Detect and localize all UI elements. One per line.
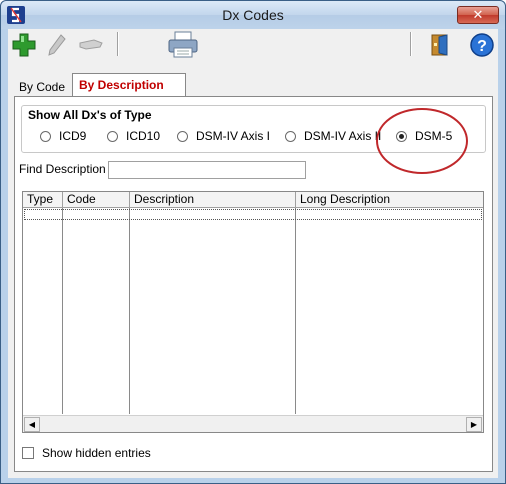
checkbox-icon bbox=[22, 447, 34, 459]
print-icon bbox=[168, 31, 198, 58]
toolbar: ? bbox=[8, 29, 498, 62]
column-divider bbox=[295, 208, 296, 414]
dx-type-group-title: Show All Dx's of Type bbox=[28, 108, 152, 122]
column-header-type[interactable]: Type bbox=[23, 192, 63, 208]
column-header-code[interactable]: Code bbox=[63, 192, 130, 208]
dx-codes-window: Dx Codes ✕ ? By Code By Description Show… bbox=[0, 0, 506, 484]
table-row[interactable] bbox=[24, 209, 482, 220]
help-button[interactable]: ? bbox=[468, 31, 496, 59]
show-hidden-entries-label: Show hidden entries bbox=[42, 446, 151, 460]
horizontal-scrollbar[interactable]: ◀ ▶ bbox=[23, 415, 483, 432]
edit-button[interactable] bbox=[43, 31, 71, 59]
dx-codes-grid[interactable]: Type Code Description Long Description ◀… bbox=[22, 191, 484, 433]
column-header-description[interactable]: Description bbox=[130, 192, 296, 208]
tab-by-description[interactable]: By Description bbox=[72, 73, 186, 97]
radio-icon bbox=[177, 130, 188, 142]
help-icon: ? bbox=[470, 33, 494, 57]
radio-label: ICD9 bbox=[59, 129, 87, 143]
print-button[interactable] bbox=[166, 30, 200, 60]
dx-type-group: Show All Dx's of Type ICD9 ICD10 DSM-IV … bbox=[21, 105, 486, 174]
add-icon bbox=[12, 33, 36, 57]
window-client-area: ? By Code By Description Show All Dx's o… bbox=[8, 29, 498, 478]
exit-button[interactable] bbox=[426, 31, 454, 59]
toolbar-separator bbox=[117, 32, 119, 56]
tab-panel: Show All Dx's of Type ICD9 ICD10 DSM-IV … bbox=[14, 96, 493, 472]
highlight-ring bbox=[376, 108, 468, 174]
exit-icon bbox=[431, 34, 448, 56]
window-title: Dx Codes bbox=[222, 7, 284, 23]
find-description-label: Find Description bbox=[19, 162, 106, 176]
scroll-left-icon[interactable]: ◀ bbox=[24, 417, 40, 432]
toolbar-separator bbox=[410, 32, 412, 56]
column-divider bbox=[129, 208, 130, 414]
radio-label: ICD10 bbox=[126, 129, 161, 143]
edit-icon bbox=[48, 34, 66, 56]
delete-button[interactable] bbox=[76, 31, 104, 59]
radio-dsm-iv-axis-ii[interactable]: DSM-IV Axis II bbox=[285, 128, 381, 144]
radio-icon bbox=[107, 130, 118, 142]
svg-text:?: ? bbox=[477, 38, 487, 55]
find-description-input[interactable] bbox=[108, 161, 306, 179]
column-header-long-description[interactable]: Long Description bbox=[296, 192, 483, 208]
title-bar[interactable]: Dx Codes ✕ bbox=[1, 1, 505, 29]
show-hidden-entries-checkbox[interactable]: Show hidden entries bbox=[22, 446, 151, 460]
radio-icon bbox=[285, 130, 296, 142]
column-divider bbox=[62, 208, 63, 414]
delete-icon bbox=[79, 39, 103, 50]
radio-dsm-iv-axis-i[interactable]: DSM-IV Axis I bbox=[177, 128, 270, 144]
tab-by-code[interactable]: By Code bbox=[14, 77, 72, 97]
radio-label: DSM-IV Axis I bbox=[196, 129, 271, 143]
close-button[interactable]: ✕ bbox=[457, 6, 499, 24]
radio-icd10[interactable]: ICD10 bbox=[107, 128, 160, 144]
grid-header: Type Code Description Long Description bbox=[23, 192, 483, 208]
radio-label: DSM-IV Axis II bbox=[304, 129, 382, 143]
radio-icon bbox=[40, 130, 51, 142]
radio-icd9[interactable]: ICD9 bbox=[40, 128, 86, 144]
add-button[interactable] bbox=[10, 31, 38, 59]
scroll-right-icon[interactable]: ▶ bbox=[466, 417, 482, 432]
